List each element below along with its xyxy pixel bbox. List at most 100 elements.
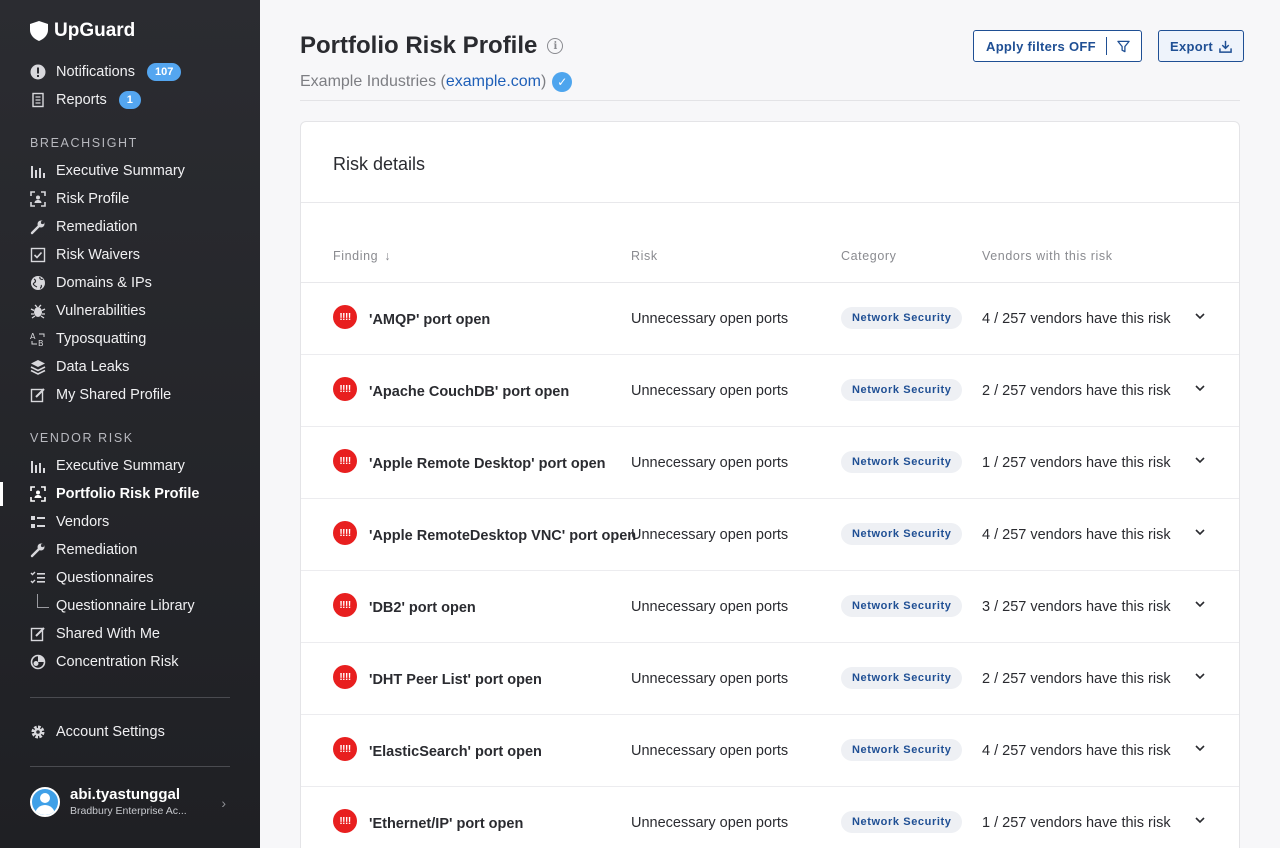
sidebar-item-label: Notifications — [56, 64, 135, 80]
sort-arrow-down-icon: ↓ — [384, 249, 392, 263]
user-org: Bradbury Enterprise Ac... — [70, 805, 187, 817]
table-row[interactable]: !!!! 'ElasticSearch' port open Unnecessary… — [301, 715, 1239, 787]
card-title: Risk details — [333, 154, 426, 174]
page-title: Portfolio Risk Profile i — [300, 32, 564, 60]
filter-icon — [1117, 40, 1130, 52]
sidebar-item-vendor-executive-summary[interactable]: Executive Summary — [30, 454, 185, 478]
subitem-connector — [37, 594, 49, 608]
sidebar-item-data-leaks[interactable]: Data Leaks — [30, 355, 129, 379]
sidebar-item-label: Account Settings — [56, 724, 165, 740]
page-title-text: Portfolio Risk Profile — [300, 32, 538, 59]
column-header-category[interactable]: Category — [841, 249, 897, 263]
category-badge: Network Security — [841, 451, 963, 473]
wrench-icon — [30, 542, 46, 558]
finding-name: 'Apache CouchDB' port open — [369, 384, 570, 400]
info-icon[interactable]: i — [547, 38, 564, 54]
sidebar-divider — [30, 766, 230, 767]
sidebar-item-vendor-remediation[interactable]: Remediation — [30, 538, 137, 562]
sidebar-item-label: Executive Summary — [56, 458, 185, 474]
severity-critical-icon: !!!! — [333, 593, 357, 617]
sidebar-item-label: Shared With Me — [56, 626, 160, 642]
apply-filters-state: OFF — [1068, 38, 1096, 54]
apply-filters-label: Apply filters — [986, 38, 1066, 54]
card-divider — [301, 202, 1239, 203]
scan-icon — [30, 486, 46, 502]
severity-critical-icon: !!!! — [333, 737, 357, 761]
section-title-breachsight: BREACHSIGHT — [30, 136, 138, 150]
finding-name: 'AMQP' port open — [369, 312, 491, 328]
sidebar-item-vendors[interactable]: Vendors — [30, 510, 109, 534]
table-row[interactable]: !!!! 'DHT Peer List' port open Unnecessary… — [301, 643, 1239, 715]
vendor-domain-link[interactable]: example.com — [446, 73, 541, 91]
chevron-down-icon[interactable] — [1193, 453, 1207, 467]
vendors-count: 2 / 257 vendors have this risk — [982, 671, 1171, 687]
finding-name: 'Apple Remote Desktop' port open — [369, 456, 606, 472]
category-badge: Network Security — [841, 307, 963, 329]
vendors-count: 4 / 257 vendors have this risk — [982, 743, 1171, 759]
chevron-down-icon[interactable] — [1193, 597, 1207, 611]
sidebar-item-domains-ips[interactable]: Domains & IPs — [30, 271, 152, 295]
chevron-down-icon[interactable] — [1193, 669, 1207, 683]
category-badge: Network Security — [841, 739, 963, 761]
sidebar-item-questionnaires[interactable]: Questionnaires — [30, 566, 154, 590]
sidebar-item-label: Remediation — [56, 542, 138, 558]
sidebar-item-account-settings[interactable]: Account Settings — [30, 720, 165, 744]
vendors-count: 2 / 257 vendors have this risk — [982, 383, 1171, 399]
table-row[interactable]: !!!! 'AMQP' port open Unnecessary open por… — [301, 283, 1239, 355]
sidebar-item-my-shared-profile[interactable]: My Shared Profile — [30, 383, 171, 407]
sidebar-item-questionnaire-library[interactable]: Questionnaire Library — [56, 594, 195, 618]
sidebar-item-label: Questionnaire Library — [56, 598, 195, 614]
vendor-subtitle: Example Industries (example.com) ✓ — [300, 72, 573, 92]
sidebar-item-label: Domains & IPs — [56, 275, 152, 291]
risk-type: Unnecessary open ports — [631, 671, 789, 687]
chevron-down-icon[interactable] — [1193, 309, 1207, 323]
user-profile-menu[interactable]: abi.tyastunggal Bradbury Enterprise Ac..… — [30, 786, 230, 817]
upguard-logo[interactable]: UpGuard — [30, 20, 135, 42]
column-header-finding[interactable]: Finding ↓ — [333, 249, 391, 263]
chevron-down-icon[interactable] — [1193, 381, 1207, 395]
vendors-count: 1 / 257 vendors have this risk — [982, 455, 1171, 471]
edit-icon — [30, 626, 46, 642]
svg-text:A: A — [30, 332, 36, 341]
sidebar-item-concentration-risk[interactable]: Concentration Risk — [30, 650, 179, 674]
sidebar-item-remediation[interactable]: Remediation — [30, 215, 137, 239]
bar-chart-icon — [30, 458, 46, 474]
finding-name: 'Apple RemoteDesktop VNC' port open — [369, 528, 637, 544]
chevron-down-icon[interactable] — [1193, 741, 1207, 755]
table-row[interactable]: !!!! 'DB2' port open Unnecessary open port… — [301, 571, 1239, 643]
vendors-count: 3 / 257 vendors have this risk — [982, 599, 1171, 615]
export-label: Export — [1170, 38, 1213, 54]
risk-type: Unnecessary open ports — [631, 743, 789, 759]
sidebar-item-label: Risk Profile — [56, 191, 130, 207]
chevron-down-icon[interactable] — [1193, 525, 1207, 539]
sidebar-item-label: Executive Summary — [56, 163, 185, 179]
chevron-right-icon: › — [221, 795, 226, 811]
table-row[interactable]: !!!! 'Apple RemoteDesktop VNC' port open U… — [301, 499, 1239, 571]
severity-critical-icon: !!!! — [333, 809, 357, 833]
sidebar-item-typosquatting[interactable]: AB Typosquatting — [30, 327, 146, 351]
chevron-down-icon[interactable] — [1193, 813, 1207, 827]
severity-critical-icon: !!!! — [333, 665, 357, 689]
column-header-risk[interactable]: Risk — [631, 249, 658, 263]
table-row[interactable]: !!!! 'Apple Remote Desktop' port open Unne… — [301, 427, 1239, 499]
sidebar-item-reports[interactable]: Reports 1 — [30, 88, 141, 112]
sidebar-item-notifications[interactable]: Notifications 107 — [30, 60, 182, 84]
table-row[interactable]: !!!! 'Apache CouchDB' port open Unnecessar… — [301, 355, 1239, 427]
avatar — [30, 786, 60, 817]
sidebar-item-label: My Shared Profile — [56, 387, 172, 403]
notifications-count-badge: 107 — [146, 63, 182, 81]
sidebar-item-portfolio-risk-profile[interactable]: Portfolio Risk Profile — [30, 482, 199, 506]
sidebar-item-vulnerabilities[interactable]: Vulnerabilities — [30, 299, 146, 323]
sidebar-item-label: Vulnerabilities — [56, 303, 146, 319]
apply-filters-button[interactable]: Apply filters OFF — [973, 30, 1142, 62]
export-button[interactable]: Export — [1158, 30, 1244, 62]
sidebar-item-executive-summary[interactable]: Executive Summary — [30, 159, 185, 183]
column-header-vendors[interactable]: Vendors with this risk — [982, 249, 1113, 263]
sidebar-item-shared-with-me[interactable]: Shared With Me — [30, 622, 160, 646]
edit-icon — [30, 387, 46, 403]
sidebar-item-risk-profile[interactable]: Risk Profile — [30, 187, 129, 211]
table-row[interactable]: !!!! 'Ethernet/IP' port open Unnecessary o… — [301, 787, 1239, 848]
pie-icon — [30, 654, 46, 670]
sidebar-item-risk-waivers[interactable]: Risk Waivers — [30, 243, 140, 267]
severity-critical-icon: !!!! — [333, 377, 357, 401]
